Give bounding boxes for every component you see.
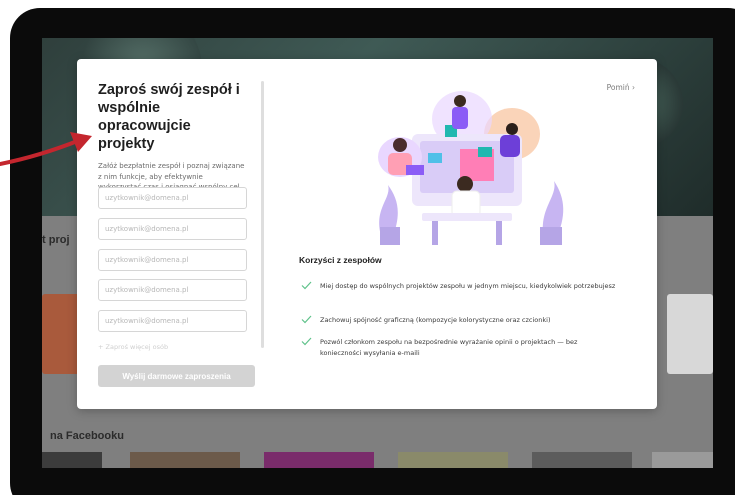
red-arrow-annotation	[0, 132, 92, 166]
benefits-title: Korzyści z zespołów	[299, 255, 382, 265]
benefit-text: Miej dostęp do wspólnych projektów zespo…	[320, 282, 616, 290]
skip-link[interactable]: Pomiń ›	[607, 83, 635, 92]
benefit-text: Zachowuj spójność graficzną (kompozycje …	[320, 316, 551, 324]
email-field[interactable]	[98, 187, 247, 209]
email-field[interactable]	[98, 310, 247, 332]
check-icon	[301, 337, 312, 346]
section-title: t proj	[42, 234, 70, 246]
check-icon	[301, 315, 312, 324]
modal-title: Zaproś swój zespół i wspólnie opracowujc…	[98, 82, 240, 152]
email-field[interactable]	[98, 249, 247, 271]
add-more-people-link[interactable]: + Zaproś więcej osób	[98, 343, 168, 351]
invite-team-modal: Zaproś swój zespół i wspólnie opracowujc…	[77, 59, 657, 409]
invite-form: Zaproś swój zespół i wspólnie opracowujc…	[98, 81, 248, 193]
send-invitations-button[interactable]: Wyślij darmowe zaproszenia	[98, 365, 255, 387]
thumbnail[interactable]	[667, 294, 713, 374]
email-field[interactable]	[98, 279, 247, 301]
team-illustration	[378, 91, 564, 245]
email-field[interactable]	[98, 218, 247, 240]
thumbnail[interactable]	[42, 294, 82, 374]
scroll-divider[interactable]	[261, 81, 264, 348]
thumbnail-strip	[42, 452, 713, 468]
section-title: na Facebooku	[50, 430, 124, 442]
check-icon	[301, 281, 312, 290]
benefit-text: Pozwól członkom zespołu na bezpośrednie …	[320, 338, 578, 357]
